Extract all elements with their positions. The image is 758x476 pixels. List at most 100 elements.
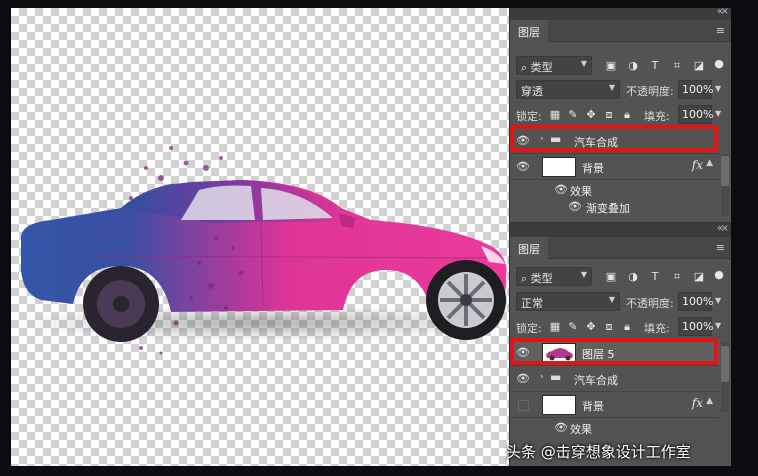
panel-menu-icon[interactable]: ≡	[716, 241, 725, 254]
blend-mode-value: 正常	[521, 297, 543, 310]
document-canvas[interactable]	[11, 8, 509, 466]
chevron-right-icon[interactable]: ›	[540, 372, 544, 382]
filter-toggle-icon[interactable]: ●	[712, 268, 726, 282]
dock-bar: « ×	[510, 223, 731, 237]
blend-row: 穿透 ▼ 不透明度: 100% ▼	[510, 79, 731, 103]
lock-label: 锁定:	[516, 322, 542, 335]
eye-icon[interactable]: 👁︎	[554, 183, 568, 197]
panel-menu-icon[interactable]: ≡	[716, 24, 725, 37]
layer-thumbnail	[542, 395, 576, 415]
close-panel-icon[interactable]: ×	[721, 223, 729, 234]
eye-icon[interactable]: 👁︎	[554, 421, 568, 435]
chevron-down-icon: ▼	[580, 59, 587, 68]
image-filter-icon[interactable]: ▣	[604, 270, 618, 284]
tab-bar: 图层 ≡	[510, 237, 731, 259]
blend-row: 正常 ▼ 不透明度: 100% ▼	[510, 291, 731, 315]
fill-label: 填充:	[644, 322, 670, 335]
filter-row: ⌕ 类型 ▼ ▣ ◑ T ⌗ ◪ ●	[510, 265, 731, 289]
brush-lock-icon[interactable]: ✎	[566, 108, 580, 122]
eye-hidden-icon[interactable]	[518, 400, 529, 411]
scrollbar-thumb[interactable]	[721, 346, 729, 382]
padlock-icon[interactable]: 🔒︎	[620, 320, 634, 334]
kind-filter-value: 类型	[530, 272, 553, 285]
highlight-box-group	[510, 125, 718, 152]
layer-row-background[interactable]: 背景 fx ▲	[510, 392, 719, 418]
lock-label: 锁定:	[516, 110, 542, 123]
chevron-up-icon[interactable]: ▲	[706, 158, 713, 168]
fill-slider-icon[interactable]: ▼	[715, 109, 721, 118]
search-icon: ⌕	[521, 272, 528, 285]
chevron-down-icon: ▼	[608, 295, 615, 304]
filter-toggle-icon[interactable]: ●	[712, 57, 726, 71]
gradient-overlay-row[interactable]: 👁︎ 渐变叠加	[510, 198, 719, 215]
kind-filter-select[interactable]: ⌕ 类型 ▼	[516, 267, 592, 286]
opacity-label: 不透明度:	[626, 85, 674, 98]
fx-icon[interactable]: fx	[692, 158, 703, 172]
effects-row[interactable]: 👁︎ 效果	[510, 419, 719, 436]
lock-row: 锁定: ▦ ✎ ✥ ⧈ 🔒︎ 填充: 100% ▼	[510, 316, 731, 340]
kind-filter-value: 类型	[530, 61, 553, 74]
fill-slider-icon[interactable]: ▼	[715, 321, 721, 330]
opacity-input[interactable]: 100%	[678, 80, 713, 99]
chevron-down-icon: ▼	[580, 270, 587, 279]
blend-mode-value: 穿透	[521, 85, 543, 98]
shape-filter-icon[interactable]: ⌗	[670, 270, 684, 284]
move-lock-icon[interactable]: ✥	[584, 320, 598, 334]
car-artwork	[11, 146, 509, 355]
chevron-down-icon: ▼	[608, 83, 615, 92]
close-panel-icon[interactable]: ×	[721, 6, 729, 17]
opacity-slider-icon[interactable]: ▼	[715, 84, 721, 93]
circle-filter-icon[interactable]: ◑	[626, 59, 640, 73]
eye-icon[interactable]: 👁︎	[516, 160, 530, 174]
shape-filter-icon[interactable]: ⌗	[670, 59, 684, 73]
blend-mode-select[interactable]: 穿透 ▼	[516, 80, 620, 99]
blend-mode-select[interactable]: 正常 ▼	[516, 292, 620, 311]
fill-input[interactable]: 100%	[678, 317, 713, 336]
padlock-icon[interactable]: 🔒︎	[620, 108, 634, 122]
effect-item-label: 渐变叠加	[586, 202, 630, 215]
scrollbar-thumb[interactable]	[721, 156, 729, 186]
circle-filter-icon[interactable]: ◑	[626, 270, 640, 284]
highlight-box-layer5	[510, 338, 718, 365]
opacity-input[interactable]: 100%	[678, 292, 713, 311]
artboard-lock-icon[interactable]: ⧈	[602, 108, 616, 122]
kind-filter-select[interactable]: ⌕ 类型 ▼	[516, 56, 592, 75]
fill-input[interactable]: 100%	[678, 105, 713, 124]
filter-row: ⌕ 类型 ▼ ▣ ◑ T ⌗ ◪ ●	[510, 54, 731, 78]
search-icon: ⌕	[521, 61, 528, 74]
opacity-label: 不透明度:	[626, 297, 674, 310]
fill-label: 填充:	[644, 110, 670, 123]
lock-pixels-icon[interactable]: ▦	[548, 320, 562, 334]
watermark: 头条 @击穿想象设计工作室	[506, 443, 691, 461]
lock-pixels-icon[interactable]: ▦	[548, 108, 562, 122]
artboard-lock-icon[interactable]: ⧈	[602, 320, 616, 334]
effects-label: 效果	[570, 185, 592, 198]
tab-bar: 图层 ≡	[510, 20, 731, 42]
folder-icon: ▬	[550, 370, 562, 384]
smart-object-filter-icon[interactable]: ◪	[692, 59, 706, 73]
layer-name: 背景	[582, 162, 604, 175]
image-filter-icon[interactable]: ▣	[604, 59, 618, 73]
dock-bar: « ×	[510, 6, 731, 20]
text-filter-icon[interactable]: T	[648, 59, 662, 73]
effects-label: 效果	[570, 423, 592, 436]
effects-row[interactable]: 👁︎ 效果	[510, 181, 719, 198]
layer-row-group[interactable]: 👁︎ › ▬ 汽车合成	[510, 366, 719, 392]
layers-panel-top: « × 图层 ≡ ⌕ 类型 ▼ ▣ ◑ T ⌗ ◪ ● 穿透 ▼ 不透明度: 1…	[509, 6, 731, 222]
tab-layers[interactable]: 图层	[510, 237, 548, 259]
fx-icon[interactable]: fx	[692, 396, 703, 410]
scrollbar[interactable]	[721, 342, 729, 412]
eye-icon[interactable]: 👁︎	[516, 372, 530, 386]
chevron-up-icon[interactable]: ▲	[706, 396, 713, 406]
tab-layers[interactable]: 图层	[510, 20, 548, 42]
move-lock-icon[interactable]: ✥	[584, 108, 598, 122]
scrollbar[interactable]	[721, 154, 729, 216]
brush-lock-icon[interactable]: ✎	[566, 320, 580, 334]
layer-thumbnail	[542, 157, 576, 177]
layer-row-background[interactable]: 👁︎ 背景 fx ▲	[510, 154, 719, 180]
smart-object-filter-icon[interactable]: ◪	[692, 270, 706, 284]
text-filter-icon[interactable]: T	[648, 270, 662, 284]
opacity-slider-icon[interactable]: ▼	[715, 296, 721, 305]
layer-name: 汽车合成	[574, 374, 618, 387]
eye-icon[interactable]: 👁︎	[568, 200, 582, 214]
